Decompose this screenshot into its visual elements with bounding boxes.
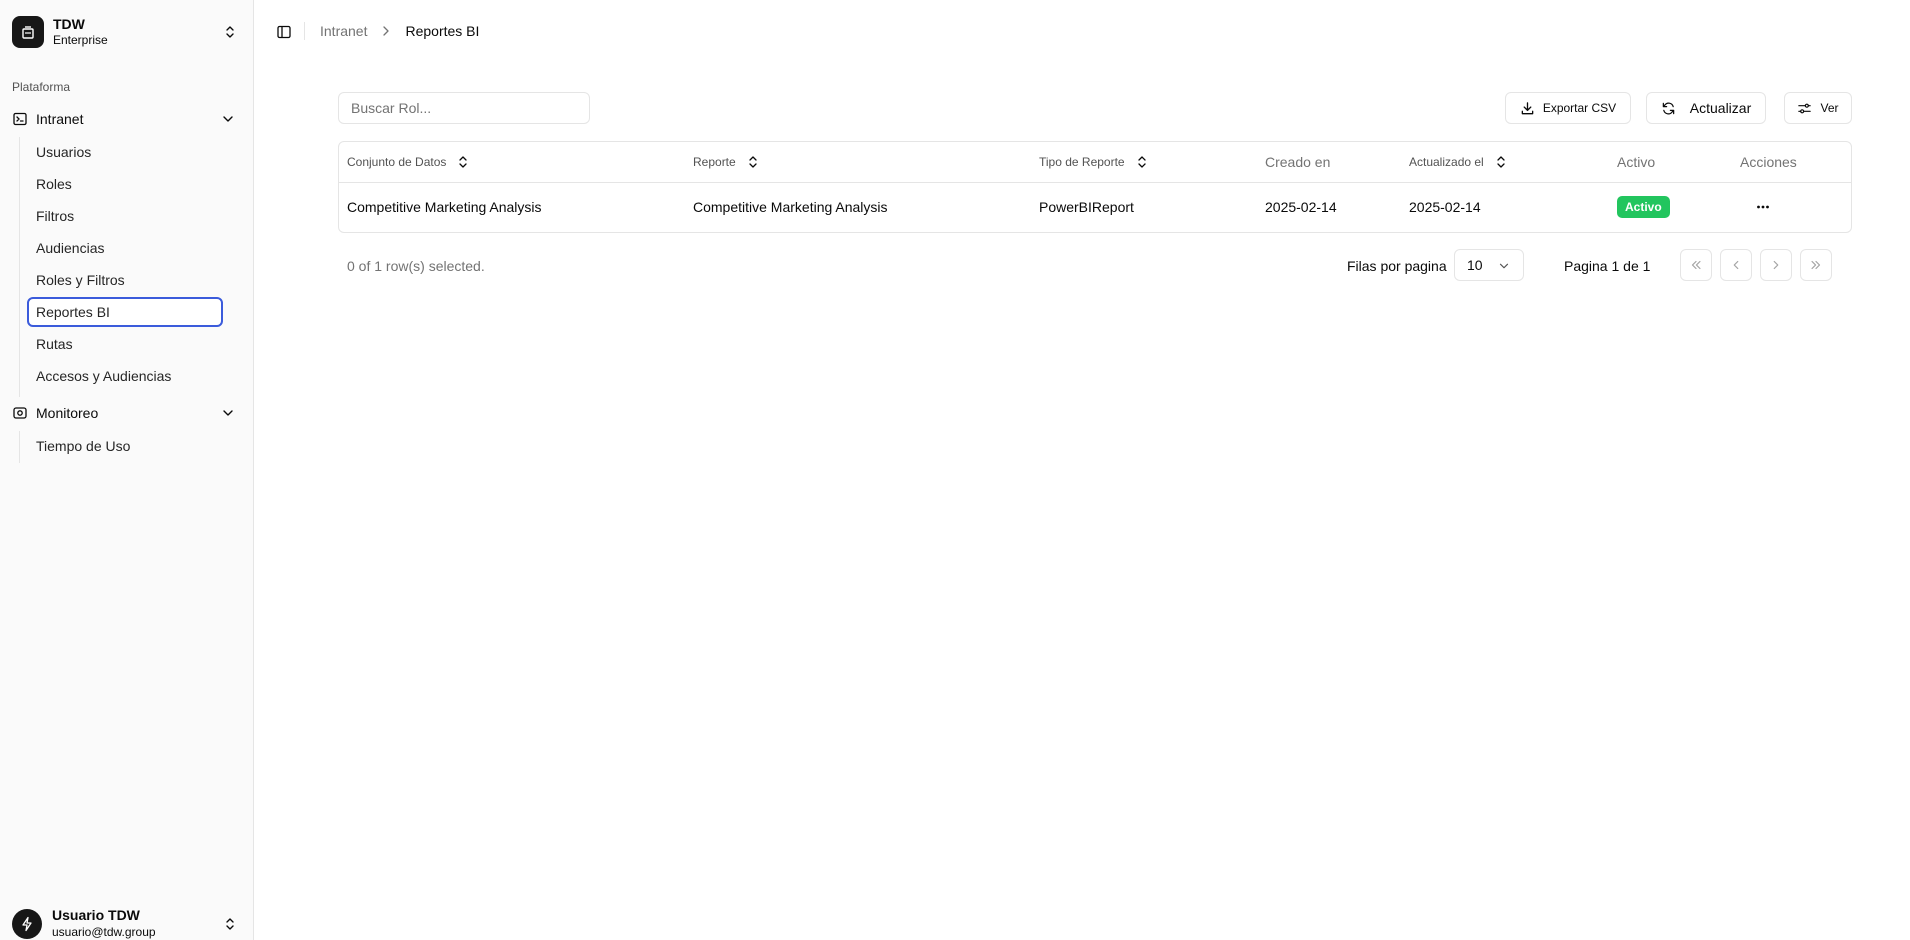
sidebar-subnav-monitoreo bbox=[19, 431, 20, 463]
first-page-button[interactable] bbox=[1680, 249, 1712, 281]
rows-per-page-select[interactable]: 10 bbox=[1454, 249, 1524, 281]
sidebar-subnav-intranet bbox=[19, 137, 20, 397]
sidebar-group-label: Plataforma bbox=[12, 80, 71, 94]
sidebar-toggle-button[interactable] bbox=[272, 22, 296, 42]
page-indicator: Pagina 1 de 1 bbox=[1564, 258, 1651, 274]
view-options-label: Ver bbox=[1820, 101, 1839, 115]
column-header-active: Activo bbox=[1617, 154, 1656, 170]
sidebar-item-rutas[interactable]: Rutas bbox=[27, 329, 223, 359]
cell-report-type: PowerBIReport bbox=[1039, 199, 1134, 215]
building-icon bbox=[22, 26, 34, 39]
sidebar: TDW Enterprise Plataforma Intranet Usuar… bbox=[0, 0, 254, 940]
search-input[interactable] bbox=[338, 92, 590, 124]
cell-dataset: Competitive Marketing Analysis bbox=[347, 199, 542, 215]
team-name: TDW bbox=[53, 16, 85, 32]
column-header-actions: Acciones bbox=[1740, 154, 1797, 170]
status-badge: Activo bbox=[1617, 196, 1670, 218]
column-header-report-type: Tipo de Reporte bbox=[1039, 142, 1149, 182]
view-options-button[interactable]: Ver bbox=[1784, 92, 1852, 124]
refresh-icon bbox=[1662, 102, 1675, 114]
refresh-label: Actualizar bbox=[1689, 100, 1752, 116]
sidebar-item-roles-y-filtros[interactable]: Roles y Filtros bbox=[27, 265, 223, 295]
sidebar-section-label: Intranet bbox=[36, 111, 84, 127]
sort-icon[interactable] bbox=[746, 155, 760, 169]
next-page-button[interactable] bbox=[1760, 249, 1792, 281]
team-plan: Enterprise bbox=[53, 33, 108, 47]
cell-created: 2025-02-14 bbox=[1265, 199, 1337, 215]
sidebar-item-tiempo-de-uso[interactable]: Tiempo de Uso bbox=[27, 431, 223, 461]
rows-per-page-value: 10 bbox=[1467, 257, 1483, 273]
cell-updated: 2025-02-14 bbox=[1409, 199, 1481, 215]
column-header-updated: Actualizado el bbox=[1409, 142, 1508, 182]
cell-actions bbox=[1750, 183, 1776, 231]
column-header-dataset: Conjunto de Datos bbox=[347, 142, 470, 182]
reports-table: Conjunto de Datos Reporte Tipo de Report… bbox=[338, 141, 1852, 233]
last-page-button[interactable] bbox=[1800, 249, 1832, 281]
chevrons-updown-icon bbox=[226, 918, 234, 930]
sort-icon[interactable] bbox=[1494, 155, 1508, 169]
sidebar-section-label: Monitoreo bbox=[36, 405, 99, 421]
team-text: TDW Enterprise bbox=[53, 16, 222, 48]
chevron-right-icon bbox=[1773, 260, 1779, 270]
team-logo bbox=[12, 16, 44, 48]
user-name: Usuario TDW bbox=[52, 907, 140, 923]
app: TDW Enterprise Plataforma Intranet Usuar… bbox=[0, 0, 1910, 940]
breadcrumb-link-intranet[interactable]: Intranet bbox=[320, 23, 367, 39]
sidebar-item-audiencias[interactable]: Audiencias bbox=[27, 233, 223, 263]
topbar-divider bbox=[304, 22, 305, 40]
column-header-label: Actualizado el bbox=[1409, 155, 1484, 169]
breadcrumb-current: Reportes BI bbox=[405, 23, 480, 39]
user-text: Usuario TDW usuario@tdw.group bbox=[52, 907, 222, 940]
chevron-down-icon bbox=[223, 410, 233, 416]
sidebar-item-reportes-bi[interactable]: Reportes BI bbox=[27, 297, 223, 327]
selection-count: 0 of 1 row(s) selected. bbox=[347, 258, 485, 274]
column-header-created: Creado en bbox=[1265, 154, 1331, 170]
sidebar-toggle-icon bbox=[277, 25, 291, 39]
column-header-label: Tipo de Reporte bbox=[1039, 155, 1125, 169]
export-csv-button[interactable]: Exportar CSV bbox=[1505, 92, 1631, 124]
table-row[interactable]: Competitive Marketing Analysis Competiti… bbox=[339, 183, 1851, 232]
sidebar-item-accesos-y-audiencias[interactable]: Accesos y Audiencias bbox=[27, 361, 223, 391]
sidebar-item-roles[interactable]: Roles bbox=[27, 169, 223, 199]
chevrons-updown-icon bbox=[226, 26, 234, 38]
terminal-icon bbox=[13, 112, 27, 126]
previous-page-button[interactable] bbox=[1720, 249, 1752, 281]
chevron-down-icon bbox=[1499, 263, 1509, 269]
rows-per-page-label: Filas por pagina bbox=[1347, 258, 1447, 274]
sort-icon[interactable] bbox=[456, 155, 470, 169]
row-actions-button[interactable] bbox=[1750, 194, 1776, 220]
user-menu[interactable]: Usuario TDW usuario@tdw.group bbox=[12, 904, 242, 940]
chevrons-right-icon bbox=[1811, 260, 1821, 270]
column-header-label: Reporte bbox=[693, 155, 736, 169]
chevron-down-icon bbox=[223, 116, 233, 122]
cell-report: Competitive Marketing Analysis bbox=[693, 199, 888, 215]
user-email: usuario@tdw.group bbox=[52, 925, 156, 939]
avatar bbox=[12, 909, 42, 939]
sliders-icon bbox=[1798, 103, 1812, 113]
refresh-button[interactable]: Actualizar bbox=[1646, 92, 1766, 124]
sidebar-item-filtros[interactable]: Filtros bbox=[27, 201, 223, 231]
monitor-icon bbox=[13, 407, 27, 419]
sidebar-item-usuarios[interactable]: Usuarios bbox=[27, 137, 223, 167]
column-header-label: Conjunto de Datos bbox=[347, 155, 447, 169]
sort-icon[interactable] bbox=[1135, 155, 1149, 169]
main-content: Intranet Reportes BI Exportar CSV Actual… bbox=[254, 0, 1910, 940]
download-icon bbox=[1521, 101, 1534, 114]
chevron-right-icon bbox=[379, 24, 393, 38]
chevrons-left-icon bbox=[1691, 260, 1701, 270]
more-horizontal-icon bbox=[1757, 205, 1769, 209]
export-csv-label: Exportar CSV bbox=[1542, 101, 1617, 115]
cell-active: Activo bbox=[1617, 183, 1670, 231]
bolt-icon bbox=[22, 916, 32, 932]
sidebar-section-intranet[interactable]: Intranet bbox=[8, 104, 240, 134]
table-header: Conjunto de Datos Reporte Tipo de Report… bbox=[339, 142, 1851, 183]
team-switcher[interactable]: TDW Enterprise bbox=[12, 14, 242, 50]
chevron-left-icon bbox=[1733, 260, 1739, 270]
column-header-report: Reporte bbox=[693, 142, 760, 182]
sidebar-section-monitoreo[interactable]: Monitoreo bbox=[8, 398, 240, 428]
breadcrumb: Intranet Reportes BI bbox=[320, 22, 479, 40]
